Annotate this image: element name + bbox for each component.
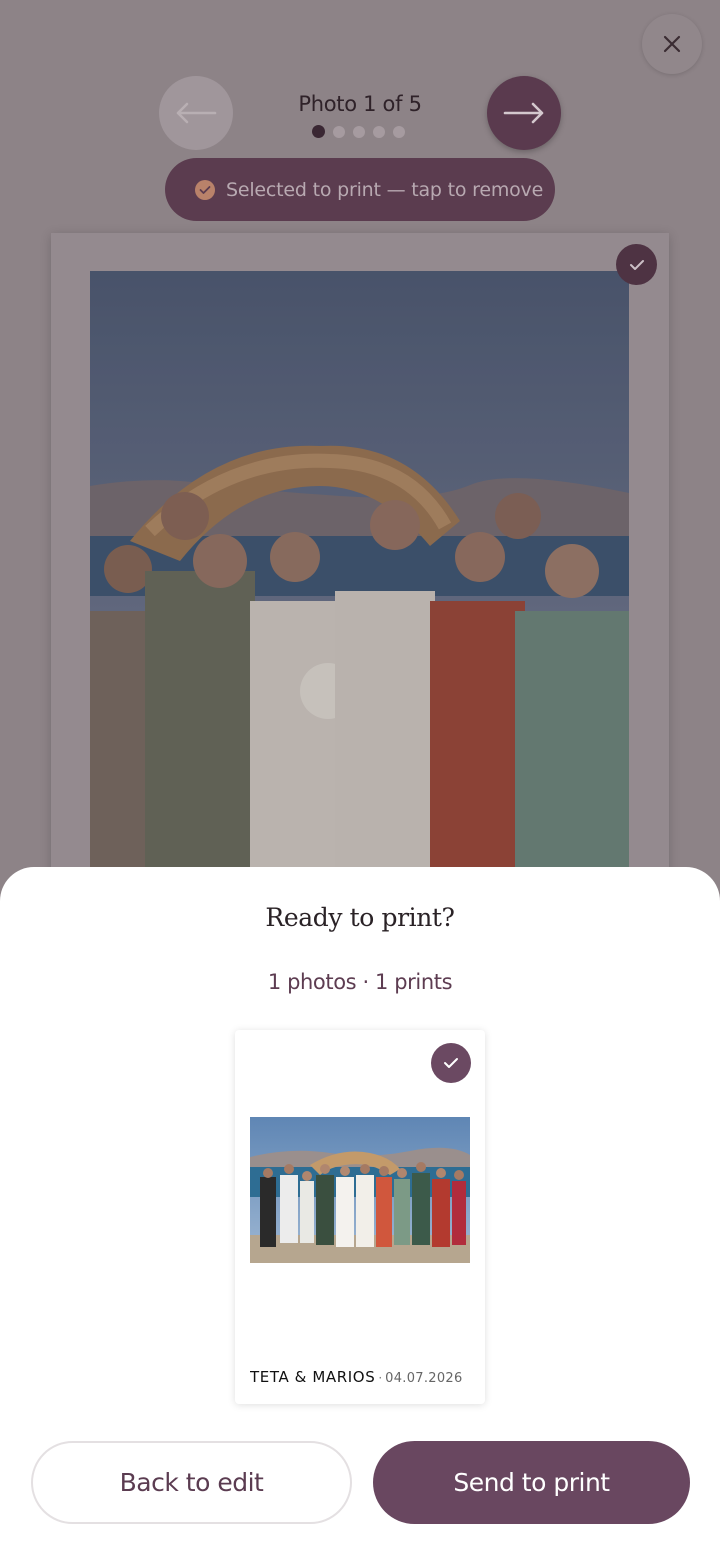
page-dot[interactable] <box>333 125 345 138</box>
thumbnail-photo <box>250 1117 470 1263</box>
selected-pill-label: Selected to print — tap to remove <box>226 178 544 201</box>
next-photo-button[interactable] <box>487 76 561 150</box>
send-to-print-button[interactable]: Send to print <box>373 1441 690 1524</box>
close-icon <box>663 35 681 53</box>
thumbnail-caption: TETA & MARIOS · 04.07.2026 <box>250 1368 470 1392</box>
close-button[interactable] <box>642 14 702 74</box>
arrow-left-icon <box>176 102 217 124</box>
check-icon <box>629 259 644 270</box>
check-circle-icon <box>195 179 215 200</box>
page-dot[interactable] <box>353 125 365 138</box>
pagination-dots <box>312 125 405 138</box>
print-summary: 1 photos · 1 prints <box>267 970 453 994</box>
selected-to-print-toggle[interactable]: Selected to print — tap to remove <box>165 158 555 221</box>
caption-names: TETA & MARIOS <box>250 1368 376 1386</box>
photo-counter: Photo 1 of 5 <box>298 92 422 116</box>
check-icon <box>444 1058 458 1068</box>
previous-photo-button[interactable] <box>159 76 233 150</box>
caption-date: 04.07.2026 <box>385 1371 463 1386</box>
page-dot[interactable] <box>312 125 325 138</box>
page-dot[interactable] <box>393 125 405 138</box>
page-dot[interactable] <box>373 125 385 138</box>
thumbnail-check-badge[interactable] <box>431 1043 471 1083</box>
selected-check-icon[interactable] <box>616 244 657 285</box>
main-photo <box>90 271 629 891</box>
sheet-title: Ready to print? <box>265 903 455 932</box>
back-to-edit-button[interactable]: Back to edit <box>31 1441 352 1524</box>
arrow-right-icon <box>503 102 544 124</box>
caption-separator: · <box>378 1371 383 1385</box>
